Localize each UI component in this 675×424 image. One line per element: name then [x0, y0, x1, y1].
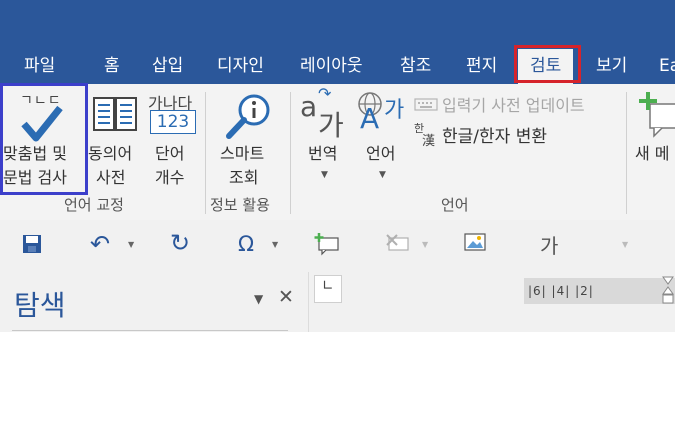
tab-home[interactable]: 홈 [104, 46, 120, 84]
language-label: 언어 [366, 144, 396, 163]
smart-lookup-label-2: 조회 [229, 168, 259, 187]
nav-options-dropdown-icon[interactable]: ▼ [254, 292, 263, 306]
group-label-insights: 정보 활용 [210, 196, 270, 214]
word-count-123-icon: 123 [150, 110, 196, 134]
blank-document-page [0, 332, 675, 424]
new-comment-button[interactable]: 새 메 [630, 84, 675, 194]
undo-icon[interactable]: ↶ [90, 230, 110, 258]
translate-icon-a: a [300, 90, 318, 123]
ribbon-panel: ㄱㄴㄷ 맞춤법 및 문법 검사 동의어 사전 가나다 123 단어 개수 스마트… [0, 84, 675, 221]
tab-ea[interactable]: Ea [659, 46, 675, 84]
hangul-hanja-icon: 한 漢 [414, 122, 438, 149]
hanja-icon-hanja: 漢 [422, 134, 436, 149]
ime-dictionary-update-button[interactable]: 입력기 사전 업데이트 [414, 92, 619, 115]
magnifier-info-icon [226, 94, 270, 139]
delete-comment-dropdown-icon[interactable]: ▼ [422, 240, 428, 249]
delete-comment-icon[interactable] [385, 232, 411, 256]
group-label-language: 언어 [441, 196, 469, 214]
thesaurus-button[interactable]: 동의어 사전 [88, 84, 140, 194]
nav-divider [12, 330, 288, 331]
symbol-dropdown-icon[interactable]: ▼ [272, 240, 278, 249]
word-count-label-2: 개수 [155, 168, 185, 187]
quick-access-toolbar: ↶ ▼ ↻ Ω ▼ ▼ 가 ▼ [0, 220, 675, 272]
tab-mailings[interactable]: 편지 [466, 46, 497, 84]
separator [205, 92, 206, 214]
translate-dropdown-icon: ▼ [321, 170, 328, 180]
language-icon-a: A [360, 102, 380, 135]
hangul-hanja-label: 한글/한자 변환 [442, 127, 547, 147]
tab-view[interactable]: 보기 [596, 46, 627, 84]
thesaurus-label-1: 동의어 [88, 144, 133, 163]
translate-arrow-icon: ↷ [318, 84, 332, 103]
language-dropdown-icon: ▼ [379, 170, 386, 180]
tab-stop-selector[interactable]: ∟ [314, 275, 342, 303]
insert-picture-icon[interactable] [464, 233, 488, 255]
language-button[interactable]: A 가 언어 ▼ [354, 84, 410, 194]
redo-icon[interactable]: ↻ [170, 229, 190, 257]
customize-qat-dropdown-icon[interactable]: ▼ [622, 240, 628, 249]
close-icon[interactable]: ✕ [278, 286, 294, 308]
spelling-highlight [0, 83, 88, 195]
horizontal-ruler[interactable]: |6| |4| |2| [524, 275, 675, 307]
hangul-hanja-convert-button[interactable]: 한 漢 한글/한자 변환 [414, 122, 574, 149]
new-comment-label: 새 메 [635, 144, 670, 163]
separator [626, 92, 627, 214]
new-comment-qat-icon[interactable] [314, 232, 340, 256]
language-icon-ga: 가 [384, 98, 405, 123]
separator [290, 92, 291, 214]
navigation-pane-title: 탐색 [14, 289, 66, 322]
book-icon [93, 97, 137, 131]
navigation-pane: 탐색 ▼ ✕ [0, 272, 309, 332]
translate-button[interactable]: a ↷ 가 번역 ▼ [296, 84, 354, 194]
thesaurus-label-2: 사전 [96, 168, 126, 187]
new-comment-icon [639, 92, 675, 138]
word-count-number: 123 [156, 112, 190, 132]
word-count-label-1: 단어 [155, 144, 185, 163]
undo-dropdown-icon[interactable]: ▼ [128, 240, 134, 249]
tab-insert[interactable]: 삽입 [152, 46, 183, 84]
word-count-button[interactable]: 가나다 123 단어 개수 [144, 84, 200, 194]
format-painter-ga-icon[interactable]: 가 [540, 230, 558, 259]
smart-lookup-label-1: 스마트 [220, 144, 265, 163]
keyboard-icon [414, 98, 438, 111]
ruler-ticks: |6| |4| |2| [528, 284, 594, 298]
smart-lookup-button[interactable]: 스마트 조회 [212, 84, 282, 194]
tab-design[interactable]: 디자인 [217, 46, 264, 84]
indent-marker-icon[interactable] [661, 275, 675, 307]
ime-update-label: 입력기 사전 업데이트 [442, 96, 585, 115]
group-label-proofing: 언어 교정 [64, 196, 124, 214]
review-tab-highlight [514, 45, 581, 83]
omega-symbol-icon[interactable]: Ω [238, 232, 254, 256]
tab-layout[interactable]: 레이아웃 [300, 46, 363, 84]
tab-references[interactable]: 참조 [400, 46, 431, 84]
translate-icon-ga: 가 [318, 109, 344, 142]
tab-stop-icon: ∟ [322, 278, 334, 294]
tab-file[interactable]: 파일 [24, 46, 55, 84]
save-icon[interactable] [22, 234, 42, 254]
translate-label: 번역 [308, 144, 338, 163]
